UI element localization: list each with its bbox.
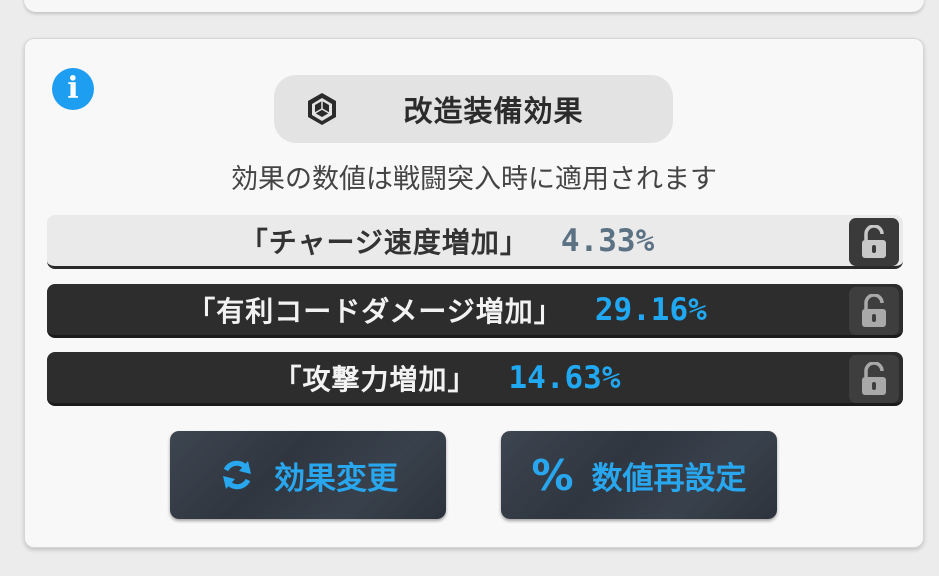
- change-effect-label: 効果変更: [274, 460, 398, 497]
- reset-values-label: 数値再設定: [591, 460, 747, 497]
- effect-value: 4.33%: [560, 222, 655, 259]
- effect-row-attack-power[interactable]: 「攻撃力増加」 14.63%: [47, 352, 903, 406]
- panel-subtitle: 効果の数値は戦闘突入時に適用されます: [231, 164, 717, 195]
- effect-row-charge-speed[interactable]: 「チャージ速度増加」 4.33%: [47, 215, 903, 269]
- percent-icon: %: [531, 450, 574, 500]
- effect-value: 29.16%: [594, 291, 707, 328]
- reset-values-button[interactable]: % 数値再設定: [501, 431, 777, 519]
- unlock-toggle[interactable]: [849, 287, 899, 335]
- unlocked-padlock-icon: [862, 362, 886, 395]
- change-effect-button[interactable]: 効果変更: [170, 431, 446, 519]
- effect-row-advantage-code-damage[interactable]: 「有利コードダメージ増加」 29.16%: [47, 284, 903, 338]
- unlock-toggle[interactable]: [849, 218, 899, 266]
- effect-name: 「攻撃力増加」: [273, 362, 477, 396]
- effect-value: 14.63%: [508, 359, 621, 396]
- modification-effect-panel: i 改造装備効果 効果の数値は戦闘突入時に適用されます 「チャージ速度増加」 4…: [24, 38, 924, 548]
- effect-name: 「有利コードダメージ増加」: [187, 294, 563, 328]
- unlock-toggle[interactable]: [849, 355, 899, 403]
- info-icon[interactable]: i: [52, 68, 94, 110]
- previous-panel-edge: [24, 0, 924, 12]
- unlocked-padlock-icon: [862, 294, 886, 327]
- panel-title: 改造装備効果: [403, 94, 584, 128]
- effect-name: 「チャージ速度増加」: [239, 225, 529, 259]
- title-banner: 改造装備効果: [274, 75, 673, 143]
- unlocked-padlock-icon: [862, 225, 886, 258]
- refresh-icon: [218, 456, 256, 494]
